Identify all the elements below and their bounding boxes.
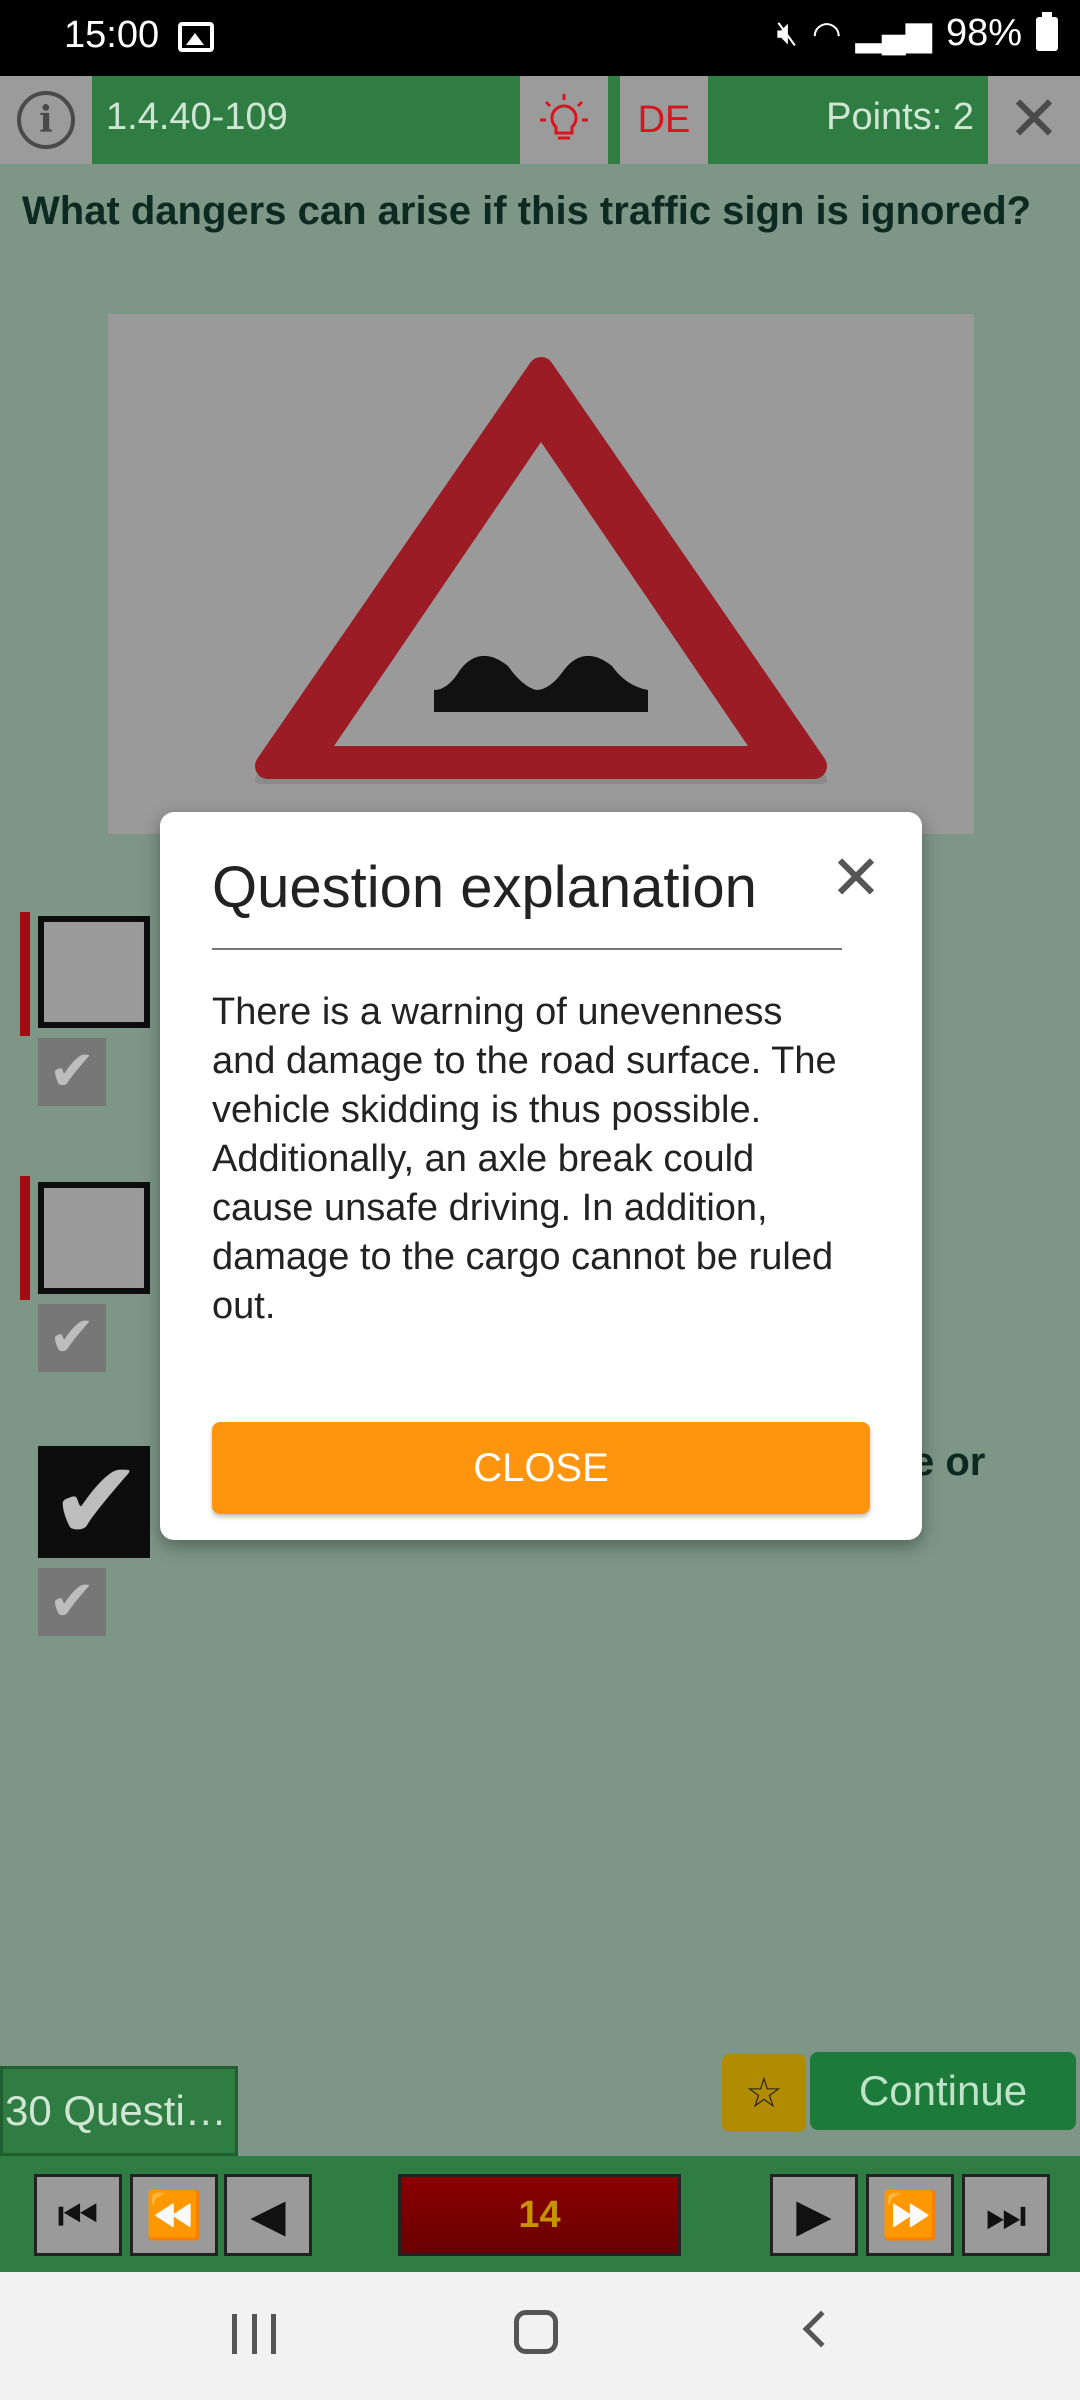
uneven-road-sign-icon [254, 357, 828, 784]
explanation-dialog: Question explanation ✕ There is a warnin… [160, 812, 922, 1540]
previous-icon: ◀ [250, 2189, 286, 2241]
solution-check-icon: ✔ [38, 1304, 106, 1372]
info-icon: i [17, 91, 75, 149]
answer-checkbox-checked[interactable]: ✔ [38, 1442, 150, 1562]
previous-question-button[interactable]: ◀ [224, 2174, 312, 2256]
question-navigation: ⏮ ⏪ ◀ 14 ▶ ⏩ ⏭ [0, 2156, 1080, 2272]
skip-first-icon: ⏮ [57, 2189, 99, 2241]
star-icon: ☆ [745, 2069, 783, 2116]
continue-button[interactable]: Continue [810, 2052, 1076, 2130]
hint-button[interactable] [520, 76, 608, 164]
battery-icon [1036, 11, 1058, 51]
last-question-button[interactable]: ⏭ [962, 2174, 1050, 2256]
questions-list-tab[interactable]: 30 Questi… [0, 2066, 238, 2156]
answer-wrong-marker [20, 1176, 30, 1300]
close-icon: ✕ [1008, 85, 1060, 154]
recent-apps-button[interactable] [232, 2314, 276, 2354]
dialog-close-button[interactable]: ✕ [830, 848, 882, 910]
answer-text-fragment: e or [912, 1440, 986, 1484]
dialog-close-action-button[interactable]: CLOSE [212, 1422, 870, 1514]
battery-percent: 98% [945, 12, 1022, 54]
answer-checkbox[interactable] [38, 1182, 150, 1294]
dialog-body-text: There is a warning of unevenness and dam… [212, 991, 837, 1327]
lightbulb-icon [540, 94, 588, 140]
answer-checkbox[interactable] [38, 916, 150, 1028]
status-bar: 15:00 🔇︎ ◠ ▂▄▆ 98% [0, 0, 1080, 76]
answer-wrong-marker [20, 912, 30, 1036]
wifi-icon: ◠ [811, 14, 842, 53]
system-navigation-bar [0, 2272, 1080, 2400]
dialog-divider [212, 948, 842, 950]
mute-icon: 🔇︎ [776, 14, 798, 52]
question-text: What dangers can arise if this traffic s… [22, 189, 1032, 233]
language-button[interactable]: DE [620, 76, 708, 164]
question-image [108, 314, 974, 834]
gallery-icon [178, 22, 214, 52]
solution-check-icon: ✔ [38, 1568, 106, 1636]
fast-forward-icon: ⏩ [881, 2189, 939, 2241]
question-code: 1.4.40-109 [106, 96, 288, 138]
status-time: 15:00 [64, 14, 160, 56]
fast-rewind-icon: ⏪ [145, 2189, 203, 2241]
forward-ten-button[interactable]: ⏩ [866, 2174, 954, 2256]
next-question-button[interactable]: ▶ [770, 2174, 858, 2256]
question-counter[interactable]: 14 [398, 2174, 681, 2256]
solution-check-icon: ✔ [38, 1038, 106, 1106]
signal-icon: ▂▄▆ [855, 14, 932, 53]
skip-last-icon: ⏭ [985, 2189, 1027, 2241]
dialog-title: Question explanation [212, 855, 757, 920]
back-ten-button[interactable]: ⏪ [130, 2174, 218, 2256]
back-button[interactable] [802, 2310, 840, 2348]
close-icon: ✕ [830, 844, 882, 913]
close-quiz-button[interactable]: ✕ [988, 76, 1080, 164]
points-label: Points: 2 [826, 96, 974, 138]
info-button[interactable]: i [0, 76, 92, 164]
favorite-button[interactable]: ☆ [722, 2054, 806, 2132]
first-question-button[interactable]: ⏮ [34, 2174, 122, 2256]
next-icon: ▶ [796, 2189, 832, 2241]
checkmark-icon: ✔ [50, 1440, 143, 1563]
app-toolbar: i 1.4.40-109 DE Points: 2 ✕ [0, 76, 1080, 164]
home-button[interactable] [514, 2310, 558, 2354]
status-icons: 🔇︎ ◠ ▂▄▆ 98% [776, 11, 1058, 55]
